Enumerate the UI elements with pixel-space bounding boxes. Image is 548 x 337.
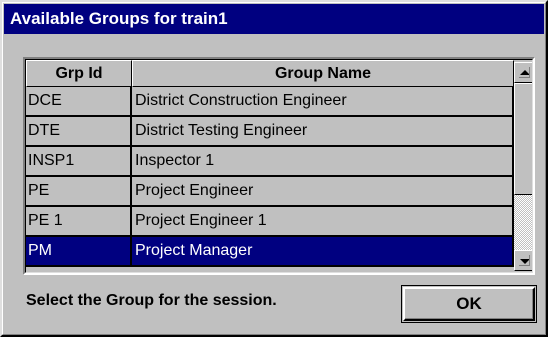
cell-group-name-text: Project Manager xyxy=(135,242,253,259)
ok-button[interactable]: OK xyxy=(401,285,537,323)
groups-grid[interactable]: Grp Id Group Name DCE District Construct… xyxy=(23,57,535,275)
arrow-up-icon xyxy=(520,70,530,75)
cell-group-name[interactable]: Inspector 1 xyxy=(132,147,514,177)
scroll-track[interactable] xyxy=(514,195,532,250)
cell-grp-id[interactable]: INSP1 xyxy=(26,147,132,177)
window-title: Available Groups for train1 xyxy=(4,4,544,34)
cell-group-name[interactable]: District Construction Engineer xyxy=(132,87,514,117)
column-header-grp-id[interactable]: Grp Id xyxy=(26,60,132,87)
grid-rows: DCE District Construction Engineer DTE D… xyxy=(26,87,514,267)
table-row[interactable]: INSP1 Inspector 1 xyxy=(26,147,514,177)
cell-group-name[interactable]: Project Engineer 1 xyxy=(132,207,514,237)
cell-group-name[interactable]: Project Manager xyxy=(132,237,514,267)
cell-group-name[interactable]: Project Engineer xyxy=(132,177,514,207)
arrow-down-icon xyxy=(520,259,530,264)
column-header-group-name[interactable]: Group Name xyxy=(132,60,514,87)
table-row[interactable]: PE 1 Project Engineer 1 xyxy=(26,207,514,237)
instruction-text: Select the Group for the session. xyxy=(26,292,277,309)
table-row[interactable]: PE Project Engineer xyxy=(26,177,514,207)
cell-group-name[interactable]: District Testing Engineer xyxy=(132,117,514,147)
table-row[interactable]: DCE District Construction Engineer xyxy=(26,87,514,117)
cell-grp-id[interactable]: DTE xyxy=(26,117,132,147)
table-row[interactable]: DTE District Testing Engineer xyxy=(26,117,514,147)
cell-grp-id[interactable]: PE xyxy=(26,177,132,207)
table-row-selected[interactable]: PM Project Manager xyxy=(26,237,514,267)
scroll-up-button[interactable] xyxy=(514,62,532,83)
vertical-scrollbar[interactable] xyxy=(514,60,532,272)
scroll-down-button[interactable] xyxy=(514,250,532,271)
cell-grp-id[interactable]: PE 1 xyxy=(26,207,132,237)
cell-grp-id[interactable]: PM xyxy=(26,237,132,267)
dialog-window: Available Groups for train1 Grp Id Group… xyxy=(0,0,548,337)
scroll-thumb[interactable] xyxy=(514,83,532,195)
cell-grp-id[interactable]: DCE xyxy=(26,87,132,117)
